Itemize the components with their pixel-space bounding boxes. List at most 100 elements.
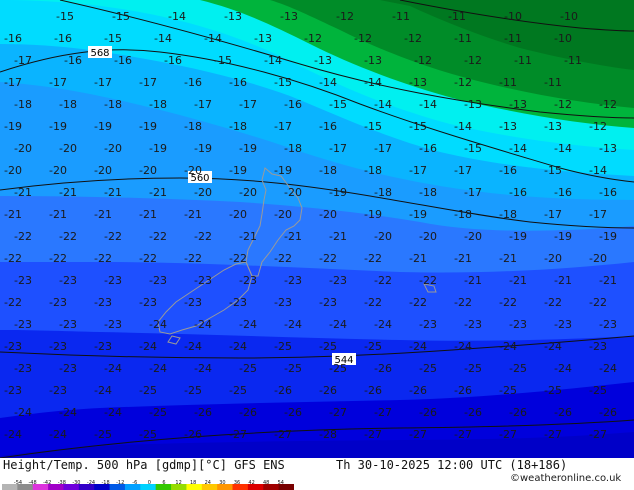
temperature-label: -23 [59,318,77,331]
temperature-label: -27 [454,428,472,441]
temperature-label: -19 [139,120,157,133]
color-scale-tick-label: -18 [102,480,110,486]
temperature-label: -24 [499,340,517,353]
temperature-label: -24 [374,318,392,331]
temperature-label: -22 [229,252,247,265]
temperature-label: -23 [49,296,67,309]
temperature-label: -25 [329,362,347,375]
temperature-label: -14 [589,164,607,177]
temperature-label: -22 [544,296,562,309]
temperature-label: -23 [599,318,617,331]
temperature-label: -23 [4,340,22,353]
temperature-label: -24 [284,318,302,331]
temperature-label: -24 [184,340,202,353]
temperature-label: -23 [94,340,112,353]
temperature-label: -21 [284,230,302,243]
color-scale-tick-label: -6 [132,480,137,486]
temperature-label: -18 [364,164,382,177]
valid-time: Th 30-10-2025 12:00 UTC (18+186) [336,458,568,472]
temperature-label: -14 [154,32,172,45]
temperature-label: -13 [280,10,298,23]
temperature-label: -15 [409,120,427,133]
temperature-label: -26 [274,384,292,397]
temperature-label: -24 [239,318,257,331]
temperature-label: -25 [229,384,247,397]
temperature-label: -21 [14,186,32,199]
temperature-label: -18 [284,142,302,155]
temperature-label: -21 [94,208,112,221]
temperature-label: -19 [329,186,347,199]
temperature-label: -22 [364,296,382,309]
temperature-label: -16 [599,186,617,199]
temperature-label: -26 [364,384,382,397]
color-scale-tick-label: -54 [14,480,22,486]
temperature-label: -11 [454,32,472,45]
temperature-label: -17 [4,76,22,89]
temperature-label: -20 [229,208,247,221]
temperature-label: -13 [254,32,272,45]
temperature-label: -26 [454,384,472,397]
temperature-label: -27 [329,406,347,419]
color-scale-ticks: -54 -48 -42 -38 -30 -24 -18 -12 -6 0 6 12 18 24 30 36 42… [14,480,284,486]
color-scale-tick-label: 48 [263,480,269,486]
temperature-label: -20 [59,142,77,155]
temperature-label: -15 [329,98,347,111]
temperature-label: -27 [229,428,247,441]
temperature-label: -24 [4,428,22,441]
temperature-label: -17 [274,120,292,133]
temperature-label: -23 [229,296,247,309]
temperature-label: -12 [454,76,472,89]
temperature-label: -22 [454,296,472,309]
temperature-label: -27 [274,428,292,441]
temperature-label: -17 [374,142,392,155]
color-scale-tick-label: -42 [43,480,51,486]
temperature-label: -12 [404,32,422,45]
temperature-label: -27 [589,428,607,441]
temperature-label: -21 [59,186,77,199]
temperature-label: -16 [184,76,202,89]
temperature-label: -22 [104,230,122,243]
map-canvas: 568560544 -15 -15 -14 -13 -13 -12 -11 -11 -10 -10… [0,0,634,458]
temperature-label: -12 [304,32,322,45]
temperature-label: -18 [184,120,202,133]
color-scale-tick-label: 30 [219,480,225,486]
temperature-label: -26 [464,406,482,419]
temperature-label: -13 [509,98,527,111]
temperature-label: -21 [599,274,617,287]
temperature-label: -22 [499,296,517,309]
temperature-label: -25 [139,428,157,441]
temperature-label: -16 [284,98,302,111]
temperature-label: -16 [4,32,22,45]
temperature-label: -22 [409,296,427,309]
temperature-label: -26 [239,406,257,419]
temperature-label: -24 [599,362,617,375]
temperature-label: -25 [94,428,112,441]
temperature-label: -24 [139,340,157,353]
temperature-label: -19 [94,120,112,133]
temperature-label: -12 [464,54,482,67]
temperature-label: -17 [454,164,472,177]
temperature-label: -24 [544,340,562,353]
temperature-label: -13 [224,10,242,23]
temperature-label: -21 [499,252,517,265]
temperature-label: -25 [284,362,302,375]
temperature-label: -20 [14,142,32,155]
temperature-label: -10 [560,10,578,23]
temperature-label: -16 [319,120,337,133]
temperature-label: -26 [284,406,302,419]
credit-text: ©weatheronline.co.uk [510,473,622,484]
temperature-label: -12 [354,32,372,45]
temperature-label: -22 [94,252,112,265]
temperature-label: -20 [139,164,157,177]
temperature-label: -24 [104,406,122,419]
temperature-label: -23 [184,296,202,309]
temperature-label: -22 [374,274,392,287]
temperature-label: -17 [589,208,607,221]
temperature-label: -15 [364,120,382,133]
temperature-label: -18 [14,98,32,111]
temperature-label: -24 [194,318,212,331]
temperature-label: -23 [14,274,32,287]
temperature-label: -22 [149,230,167,243]
temperature-label: -21 [149,186,167,199]
map-title: Height/Temp. 500 hPa [gdmp][°C] GFS ENS [3,458,285,472]
